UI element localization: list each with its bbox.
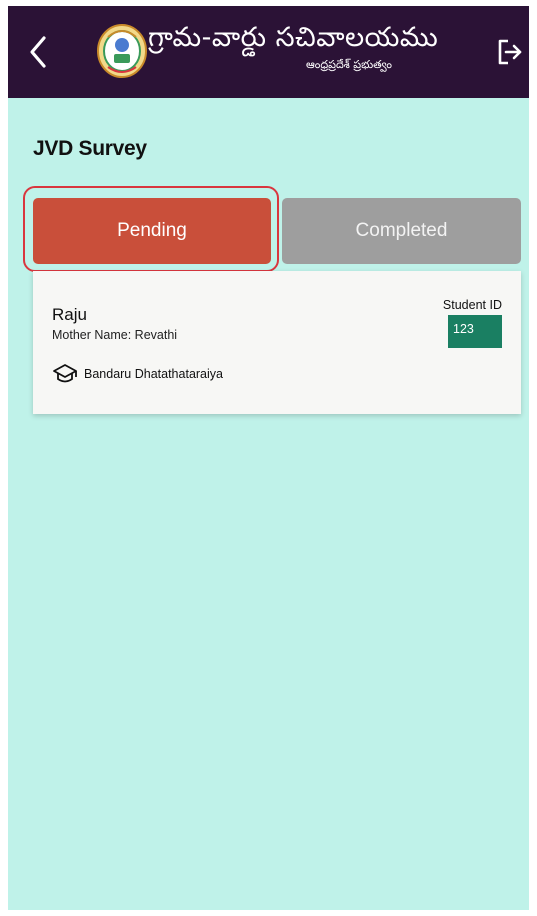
- tab-completed[interactable]: Completed: [282, 198, 521, 264]
- mother-name: Mother Name: Revathi: [52, 328, 178, 342]
- student-name: Raju: [52, 305, 87, 324]
- app-bar: గ్రామ-వార్డు సచివాలయము ఆంధ్రప్రదేశ్ ప్రభ…: [8, 6, 529, 98]
- student-id-label: Student ID: [442, 298, 502, 312]
- tab-completed-label: Completed: [355, 220, 448, 241]
- tab-pending[interactable]: Pending: [33, 198, 271, 264]
- school-row: Bandaru Dhatathataraiya: [52, 361, 223, 387]
- page-title: JVD Survey: [33, 137, 147, 160]
- school-name: Bandaru Dhatathataraiya: [84, 367, 223, 381]
- student-card[interactable]: Raju Mother Name: Revathi Bandaru Dhatat…: [33, 271, 521, 414]
- emblem-logo: [97, 24, 147, 78]
- logout-icon: [498, 39, 522, 65]
- brand-subtitle: ఆంధ్రప్రదేశ్ ప్రభుత్వం: [306, 58, 393, 71]
- student-id-badge: 123: [448, 315, 502, 348]
- chevron-left-icon: [30, 36, 46, 68]
- graduation-cap-icon: [53, 364, 77, 383]
- back-button[interactable]: [20, 30, 56, 74]
- logout-button[interactable]: [492, 32, 528, 72]
- brand-title: గ్రామ-వార్డు సచివాలయము: [148, 22, 439, 53]
- tab-pending-label: Pending: [117, 220, 187, 241]
- screen: గ్రామ-వార్డు సచివాలయము ఆంధ్రప్రదేశ్ ప్రభ…: [8, 6, 529, 910]
